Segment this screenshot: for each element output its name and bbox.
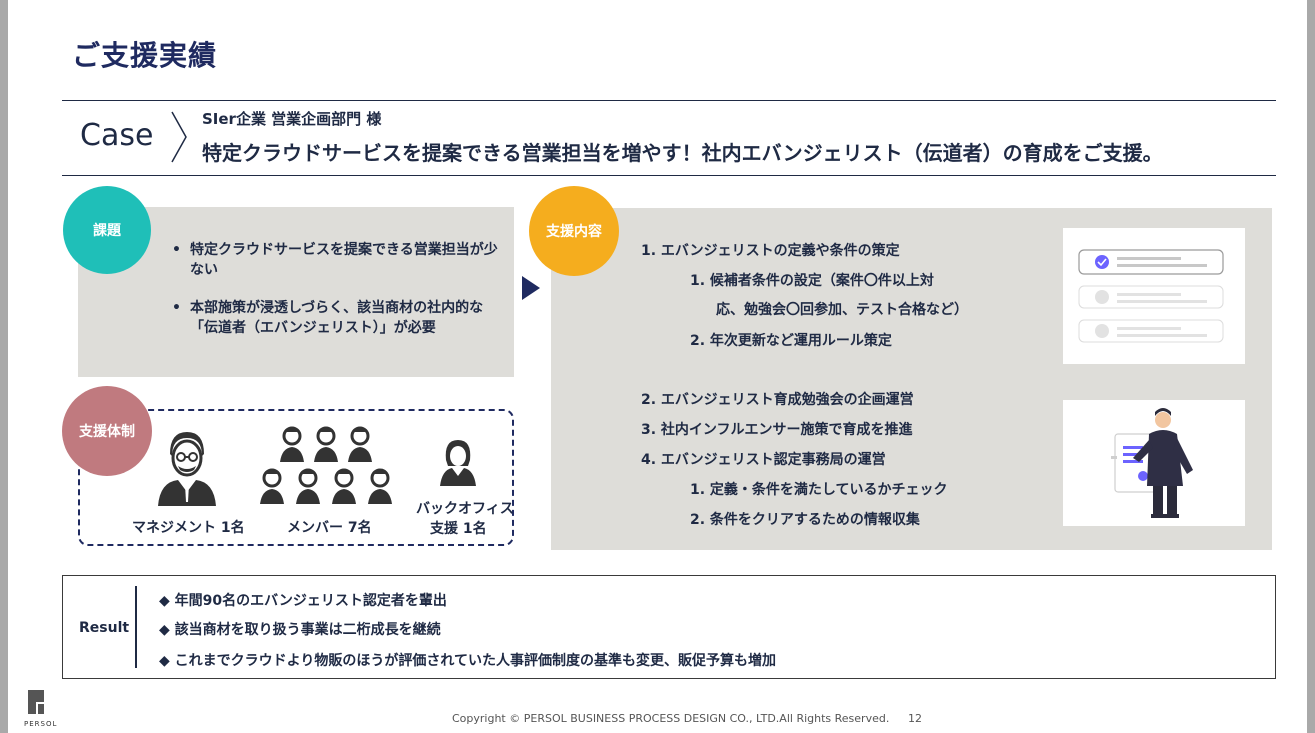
checklist-illustration [1063,228,1245,364]
support-line: 応、勉強会〇回参加、テスト合格など） [716,302,968,318]
members-icon [260,426,392,504]
issue-item: 特定クラウドサービスを提案できる営業担当が少ない [170,240,510,280]
result-panel: Result ◆ 年間90名のエバンジェリスト認定者を輩出 ◆ 該当商材を取り扱… [62,575,1276,679]
case-headline: 特定クラウドサービスを提案できる営業担当を増やす！社内エバンジェリスト（伝道者）… [202,141,1163,165]
divider-top [62,100,1276,101]
person-document-icon [1111,408,1193,518]
result-divider [135,586,137,668]
support-line: 4. エバンジェリスト認定事務局の運営 [641,452,886,468]
issue-badge-label: 課題 [93,223,121,239]
arrow-right-icon [522,276,540,300]
team-badge: 支援体制 [62,386,152,476]
slide: ご支援実績 Case SIer企業 営業企画部門 様 特定クラウドサービスを提案… [8,0,1307,733]
manager-icon [158,432,216,506]
page-title: ご支援実績 [72,39,218,72]
support-line: 1. 定義・条件を満たしているかチェック [690,482,948,498]
page-number: 12 [908,712,922,725]
divider-bottom [62,175,1276,176]
support-line: 2. 条件をクリアするための情報収集 [690,512,920,528]
issue-item: 本部施策が浸透しづらく、該当商材の社内的な「伝道者（エバンジェリスト）」が必要 [170,298,510,338]
support-line: 2. 年次更新など運用ルール策定 [690,333,892,349]
result-item: ◆ 該当商材を取り扱う事業は二桁成長を継続 [159,622,441,638]
copyright: Copyright © PERSOL BUSINESS PROCESS DESI… [452,712,890,725]
backoffice-label-line1: バックオフィス [416,501,514,517]
issue-badge: 課題 [63,186,151,274]
backoffice-icon [440,440,476,486]
support-line: 2. エバンジェリスト育成勉強会の企画運営 [641,392,914,408]
issue-list: 特定クラウドサービスを提案できる営業担当が少ない 本部施策が浸透しづらく、該当商… [170,240,510,356]
result-label: Result [79,620,130,636]
persol-logo-icon [28,690,44,714]
case-label: Case [80,118,154,153]
checklist-icon [1078,249,1224,343]
logo-text: PERSOL [24,720,58,728]
result-item: ◆ 年間90名のエバンジェリスト認定者を輩出 [159,593,447,609]
support-badge-label: 支援内容 [546,224,602,240]
management-label: マネジメント 1名 [132,520,245,536]
support-line: 1. 候補者条件の設定（案件〇件以上対 [690,273,934,289]
person-document-illustration [1063,400,1245,526]
client-name: SIer企業 営業企画部門 様 [202,110,382,128]
support-badge: 支援内容 [529,186,619,276]
team-badge-label: 支援体制 [79,424,135,440]
chevron-right-icon [171,111,187,163]
members-label: メンバー 7名 [287,520,372,536]
backoffice-label-line2: 支援 1名 [430,521,487,537]
support-line: 3. 社内インフルエンサー施策で育成を推進 [641,422,913,438]
support-line: 1. エバンジェリストの定義や条件の策定 [641,243,900,259]
result-item: ◆ これまでクラウドより物販のほうが評価されていた人事評価制度の基準も変更、販促… [159,653,776,669]
